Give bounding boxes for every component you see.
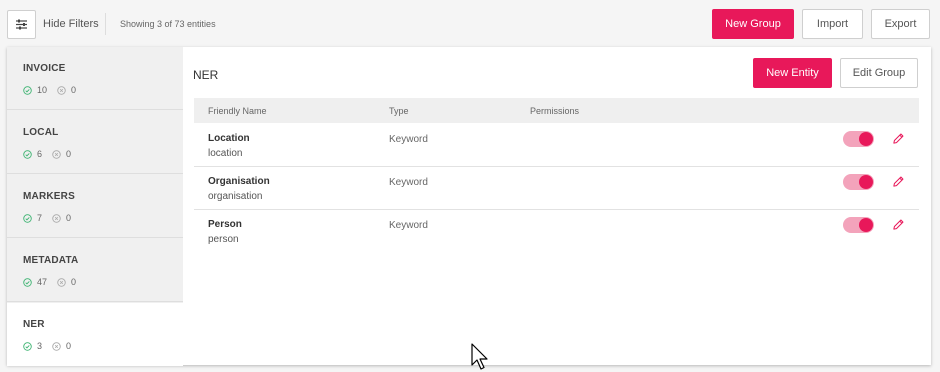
entity-enabled-toggle[interactable] [843, 174, 874, 190]
disabled-count: 0 [66, 213, 72, 223]
entity-enabled-toggle[interactable] [843, 217, 874, 233]
results-count-text: Showing 3 of 73 entities [120, 19, 216, 29]
column-header-permissions[interactable]: Permissions [530, 106, 579, 116]
new-entity-button[interactable]: New Entity [753, 58, 832, 88]
pencil-icon[interactable] [892, 218, 905, 231]
sidebar-group-invoice[interactable]: INVOICE 10 0 [7, 47, 183, 110]
disabled-count: 0 [71, 85, 77, 95]
entity-friendly-name: Location [208, 133, 250, 144]
toggle-knob [859, 175, 873, 189]
table-row: Location location Keyword [194, 124, 919, 167]
group-stats: 7 0 [23, 213, 81, 223]
group-stats: 3 0 [23, 341, 81, 351]
entity-enabled-toggle[interactable] [843, 131, 874, 147]
check-circle-icon [23, 341, 32, 351]
table-row: Person person Keyword [194, 210, 919, 253]
table-header: Friendly Name Type Permissions [194, 98, 919, 123]
x-circle-icon [57, 277, 66, 287]
entity-id: organisation [208, 191, 263, 202]
new-group-button[interactable]: New Group [712, 9, 794, 39]
entities-panel: INVOICE 10 0 LOCAL 6 0 MARKERS 7 0 METAD… [7, 47, 931, 366]
sidebar-group-markers[interactable]: MARKERS 7 0 [7, 175, 183, 238]
check-circle-icon [23, 213, 32, 223]
group-name: INVOICE [23, 63, 66, 74]
toolbar-divider [105, 13, 106, 35]
check-circle-icon [23, 149, 32, 159]
entity-id: person [208, 234, 239, 245]
edit-group-button[interactable]: Edit Group [840, 58, 918, 88]
toggle-knob [859, 218, 873, 232]
group-name: LOCAL [23, 127, 59, 138]
group-stats: 10 0 [23, 85, 86, 95]
group-stats: 47 0 [23, 277, 86, 287]
entity-type: Keyword [389, 134, 428, 145]
group-stats: 6 0 [23, 149, 81, 159]
sidebar-group-local[interactable]: LOCAL 6 0 [7, 111, 183, 174]
toolbar: Hide Filters Showing 3 of 73 entities Ne… [0, 0, 940, 46]
group-name: NER [23, 319, 45, 330]
enabled-count: 10 [37, 85, 48, 95]
pencil-icon[interactable] [892, 132, 905, 145]
filter-toggle-button[interactable] [7, 10, 36, 39]
entity-type: Keyword [389, 220, 428, 231]
mouse-cursor-icon [471, 343, 488, 370]
export-button[interactable]: Export [871, 9, 930, 39]
enabled-count: 3 [37, 341, 43, 351]
check-circle-icon [23, 85, 32, 95]
x-circle-icon [52, 213, 61, 223]
sidebar-group-metadata[interactable]: METADATA 47 0 [7, 239, 183, 302]
disabled-count: 0 [66, 341, 72, 351]
table-row: Organisation organisation Keyword [194, 167, 919, 210]
pencil-icon[interactable] [892, 175, 905, 188]
toggle-knob [859, 132, 873, 146]
entity-friendly-name: Person [208, 219, 242, 230]
import-button[interactable]: Import [802, 9, 863, 39]
column-header-friendly-name[interactable]: Friendly Name [208, 106, 267, 116]
group-sidebar: INVOICE 10 0 LOCAL 6 0 MARKERS 7 0 METAD… [7, 47, 183, 366]
entity-id: location [208, 148, 243, 159]
group-content: NER New Entity Edit Group Friendly Name … [183, 47, 931, 365]
column-header-type[interactable]: Type [389, 106, 409, 116]
disabled-count: 0 [71, 277, 77, 287]
enabled-count: 6 [37, 149, 43, 159]
sidebar-group-ner[interactable]: NER 3 0 [7, 303, 183, 366]
check-circle-icon [23, 277, 32, 287]
sliders-icon [16, 19, 27, 30]
enabled-count: 47 [37, 277, 48, 287]
group-name: MARKERS [23, 191, 75, 202]
x-circle-icon [52, 149, 61, 159]
entity-type: Keyword [389, 177, 428, 188]
x-circle-icon [57, 85, 66, 95]
enabled-count: 7 [37, 213, 43, 223]
disabled-count: 0 [66, 149, 72, 159]
group-name: METADATA [23, 255, 79, 266]
x-circle-icon [52, 341, 61, 351]
entity-friendly-name: Organisation [208, 176, 270, 187]
hide-filters-link[interactable]: Hide Filters [43, 18, 99, 30]
group-title: NER [193, 68, 219, 82]
